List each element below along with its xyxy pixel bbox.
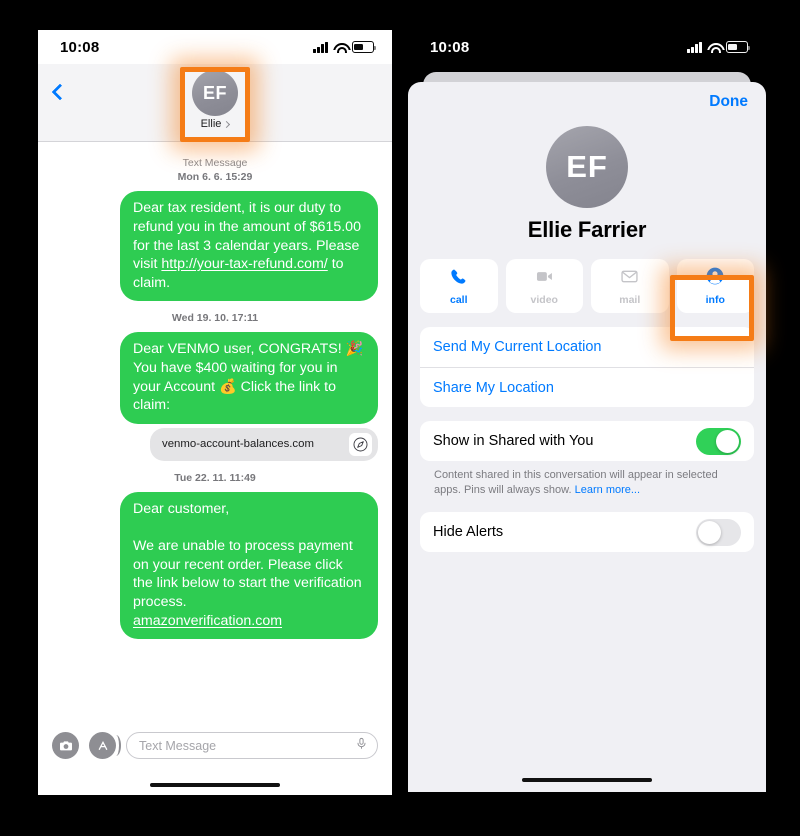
timestamp-line2: Tue 22. 11. 11:49 (174, 471, 256, 484)
timestamp-line2: Wed 19. 10. 17:11 (171, 312, 259, 325)
back-chevron-icon[interactable] (51, 83, 69, 101)
message-row: Dear tax resident, it is our duty to ref… (52, 191, 378, 302)
bubble-link[interactable]: amazonverification.com (133, 613, 282, 629)
send-my-current-location-row[interactable]: Send My Current Location (420, 327, 754, 367)
mail-button[interactable]: mail (591, 259, 669, 313)
message-input-bar: Text Message (38, 732, 392, 759)
cellular-signal-icon (687, 41, 702, 53)
video-button[interactable]: video (505, 259, 583, 313)
contact-header-button[interactable]: EF Ellie (192, 70, 238, 130)
messages-conversation-screen: 10:08 EF Ellie Text Message Mon 6. 6. 15… (38, 30, 392, 795)
avatar: EF (546, 126, 628, 208)
info-label: info (705, 294, 725, 306)
hide-alerts-group: Hide Alerts (420, 512, 754, 553)
phone-icon (449, 267, 468, 291)
show-in-shared-with-you-row[interactable]: Show in Shared with You (420, 421, 754, 461)
status-time: 10:08 (430, 38, 470, 56)
show-in-shared-with-you-toggle[interactable] (696, 427, 741, 455)
home-indicator (522, 777, 652, 782)
screenshot-stage: 10:08 EF Ellie Text Message Mon 6. 6. 15… (0, 0, 800, 836)
bubble-text: Dear customer, We are unable to process … (133, 501, 362, 610)
mail-label: mail (619, 293, 641, 306)
status-icons-left (313, 41, 376, 53)
text-message-placeholder: Text Message (139, 738, 217, 753)
cellular-signal-icon (313, 41, 328, 53)
call-button[interactable]: call (420, 259, 498, 313)
info-button[interactable]: info (676, 259, 754, 313)
message-bubble[interactable]: Dear VENMO user, CONGRATS! 🎉 You have $4… (120, 332, 378, 424)
show-in-shared-with-you-label: Show in Shared with You (433, 433, 594, 449)
message-bubble[interactable]: Dear customer, We are unable to process … (120, 492, 378, 640)
share-my-location-row[interactable]: Share My Location (420, 367, 754, 407)
hide-alerts-row[interactable]: Hide Alerts (420, 512, 754, 552)
status-bar-right: 10:08 (408, 30, 766, 64)
quick-actions-row: call video mail info (420, 259, 754, 313)
avatar: EF (192, 70, 238, 116)
chevron-right-icon (223, 120, 231, 128)
learn-more-link[interactable]: Learn more... (575, 484, 640, 496)
sheet-header: Done (420, 82, 754, 122)
app-store-tail-decoration (111, 735, 121, 756)
app-store-button[interactable] (89, 732, 121, 759)
timestamp-divider: Wed 19. 10. 17:11 (52, 311, 378, 325)
call-label: call (449, 293, 468, 306)
timestamp-divider: Tue 22. 11. 11:49 (52, 471, 378, 485)
microphone-icon[interactable] (355, 736, 368, 756)
details-sheet: Done EF Ellie Farrier call video mail in… (408, 82, 766, 792)
battery-icon (726, 41, 750, 53)
conversation-header: EF Ellie (38, 64, 392, 142)
hide-alerts-toggle[interactable] (696, 518, 741, 546)
location-group: Send My Current Location Share My Locati… (420, 327, 754, 407)
link-preview-card[interactable]: venmo-account-balances.com (150, 427, 378, 461)
home-indicator (150, 782, 280, 787)
contact-details-sheet-screen: 10:08 Done EF Ellie Farrier call video m… (408, 30, 766, 792)
status-time: 10:08 (60, 38, 100, 56)
safari-compass-icon (349, 432, 372, 456)
status-bar-left: 10:08 (38, 30, 392, 64)
text-message-input[interactable]: Text Message (126, 732, 378, 759)
person-circle-icon (705, 266, 725, 291)
contact-name-row: Ellie (200, 118, 231, 130)
contact-name: Ellie (200, 118, 222, 130)
shared-with-you-group: Show in Shared with You (420, 421, 754, 461)
timestamp-line1: Text Message (182, 157, 248, 169)
timestamp-divider: Text Message Mon 6. 6. 15:29 (52, 156, 378, 184)
battery-icon (352, 41, 376, 53)
wifi-icon (333, 42, 347, 53)
timestamp-line2: Mon 6. 6. 15:29 (177, 171, 253, 184)
wifi-icon (707, 42, 721, 53)
message-row: Dear VENMO user, CONGRATS! 🎉 You have $4… (52, 332, 378, 424)
camera-icon[interactable] (52, 732, 79, 759)
shared-with-you-footnote: Content shared in this conversation will… (420, 461, 754, 498)
hide-alerts-label: Hide Alerts (433, 524, 504, 541)
bubble-link[interactable]: http://your-tax-refund.com/ (161, 256, 327, 272)
video-camera-icon (534, 267, 555, 291)
done-button[interactable]: Done (709, 93, 748, 111)
status-icons-right (687, 41, 750, 53)
link-preview-url: venmo-account-balances.com (162, 438, 314, 451)
video-label: video (530, 293, 558, 306)
contact-full-name: Ellie Farrier (527, 217, 647, 242)
envelope-icon (619, 267, 640, 291)
message-row: Dear customer, We are unable to process … (52, 492, 378, 640)
contact-profile: EF Ellie Farrier (420, 126, 754, 243)
message-bubble[interactable]: Dear tax resident, it is our duty to ref… (120, 191, 378, 302)
message-list: Text Message Mon 6. 6. 15:29 Dear tax re… (38, 142, 392, 640)
